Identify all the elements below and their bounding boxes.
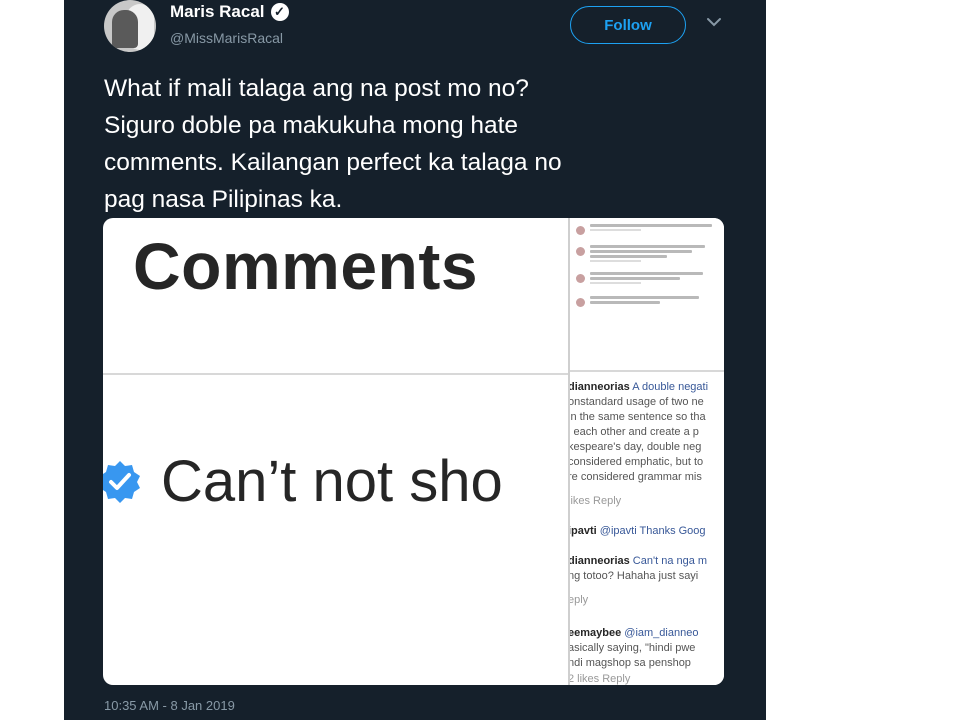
tweet-media-image[interactable]: Comments Can’t not sho dianneorias A dou… bbox=[103, 218, 724, 685]
mini-comment-thumbnail bbox=[570, 218, 724, 370]
media-left-pane: Comments Can’t not sho bbox=[103, 218, 568, 685]
tweet-text: What if mali talaga ang na post mo no? S… bbox=[104, 75, 562, 213]
comment-line: considered emphatic, but to bbox=[570, 456, 704, 468]
tweet-card: Maris Racal ✓ @MissMarisRacal Follow Wha… bbox=[64, 0, 766, 720]
comment-line: dianneorias A double negati bbox=[570, 381, 709, 393]
mini-comment bbox=[576, 296, 718, 307]
comment-line: dianneorias Can't na nga m bbox=[570, 555, 708, 567]
comment-line: ipavti @ipavti Thanks Goog bbox=[570, 525, 706, 537]
divider bbox=[570, 370, 724, 372]
comment-meta[interactable]: likes Reply bbox=[570, 494, 621, 508]
author-name[interactable]: Maris Racal bbox=[170, 2, 265, 22]
avatar-silhouette bbox=[112, 10, 138, 48]
mini-avatar bbox=[576, 298, 585, 307]
comment-line: eemaybee @iam_dianneo bbox=[570, 627, 699, 639]
comment-list: dianneorias A double negati onstandard u… bbox=[570, 376, 724, 685]
follow-button[interactable]: Follow bbox=[570, 6, 686, 44]
mini-comment bbox=[576, 245, 718, 262]
comment-line: kespeare's day, double neg bbox=[570, 441, 702, 453]
comment-line: ndi magshop sa penshop bbox=[570, 657, 691, 669]
mini-avatar bbox=[576, 226, 585, 235]
comments-heading: Comments bbox=[133, 229, 479, 303]
comment-meta[interactable]: 2 likes Reply bbox=[570, 672, 630, 685]
media-right-pane: dianneorias A double negati onstandard u… bbox=[570, 218, 724, 685]
author-name-row: Maris Racal ✓ bbox=[170, 2, 289, 22]
tweet-timestamp[interactable]: 10:35 AM - 8 Jan 2019 bbox=[104, 698, 235, 713]
comment-line: onstandard usage of two ne bbox=[570, 396, 704, 408]
avatar[interactable] bbox=[104, 0, 156, 52]
verified-badge-icon: ✓ bbox=[270, 3, 289, 21]
comment-line: l each other and create a p bbox=[570, 426, 699, 438]
comment-line: asically saying, "hindi pwe bbox=[570, 642, 696, 654]
author-handle[interactable]: @MissMarisRacal bbox=[170, 30, 283, 46]
divider bbox=[103, 373, 568, 375]
mini-comment bbox=[576, 272, 718, 284]
comment-line: re considered grammar mis bbox=[570, 471, 702, 483]
mini-comment bbox=[576, 224, 718, 235]
comment-line: ng totoo? Hahaha just sayi bbox=[570, 570, 699, 582]
mini-avatar bbox=[576, 247, 585, 256]
comment-preview-row: Can’t not sho bbox=[103, 448, 577, 515]
comment-line: in the same sentence so tha bbox=[570, 411, 706, 423]
comment-meta[interactable]: eply bbox=[570, 593, 588, 607]
chevron-down-icon[interactable] bbox=[704, 12, 724, 32]
verified-badge-icon bbox=[103, 460, 140, 503]
mini-avatar bbox=[576, 274, 585, 283]
comment-preview-text: Can’t not sho bbox=[161, 449, 503, 514]
